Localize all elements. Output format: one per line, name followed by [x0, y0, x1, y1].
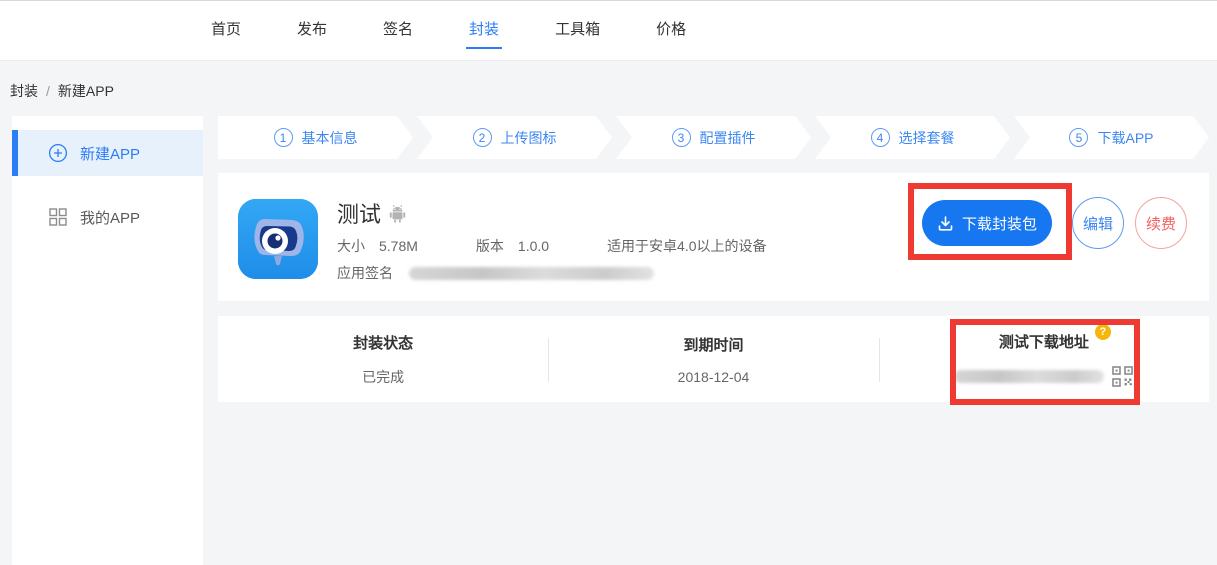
test-download-header-text: 测试下载地址: [999, 334, 1089, 351]
download-button-label: 下载封装包: [962, 213, 1037, 234]
app-icon: [238, 199, 318, 279]
grid-icon: [48, 207, 68, 227]
breadcrumb-separator: /: [46, 83, 50, 99]
app-meta-row: 大小 5.78M 版本 1.0.0 适用于安卓4.0以上的设备: [337, 236, 767, 256]
step-basic-info[interactable]: 1 基本信息: [218, 116, 413, 159]
breadcrumb: 封装 / 新建APP: [10, 81, 114, 101]
test-download-header: 测试下载地址 ?: [999, 331, 1089, 352]
tab-signature[interactable]: 签名: [380, 12, 416, 49]
tab-toolbox[interactable]: 工具箱: [552, 12, 603, 49]
compat-text: 适用于安卓4.0以上的设备: [607, 236, 766, 256]
sidebar-item-my-app[interactable]: 我的APP: [12, 194, 203, 240]
package-status-column: 封装状态 已完成: [218, 316, 548, 402]
signature-label: 应用签名: [337, 263, 393, 283]
plus-circle-icon: [48, 143, 68, 163]
size-label: 大小: [337, 236, 365, 256]
size-value: 5.78M: [379, 238, 418, 254]
sidebar-item-label: 新建APP: [80, 143, 140, 164]
wizard-steps: 1 基本信息 2 上传图标 3 配置插件 4 选择套餐 5 下载APP: [218, 116, 1209, 159]
download-icon: [937, 215, 954, 232]
test-download-column: 测试下载地址 ?: [879, 316, 1209, 402]
step-upload-icon[interactable]: 2 上传图标: [417, 116, 612, 159]
version-value: 1.0.0: [518, 238, 549, 254]
qr-code-icon[interactable]: [1112, 366, 1133, 387]
android-icon: [389, 204, 406, 223]
step-label: 下载APP: [1097, 128, 1153, 148]
step-label: 基本信息: [302, 128, 358, 148]
sidebar-item-label: 我的APP: [80, 207, 140, 228]
expiry-column: 到期时间 2018-12-04: [548, 316, 878, 402]
download-url-redacted-value: [954, 370, 1104, 383]
step-label: 选择套餐: [899, 128, 955, 148]
renew-button[interactable]: 续费: [1135, 197, 1187, 249]
app-card: 测试 大小 5.78M 版本 1.0.0 适: [218, 173, 1209, 301]
step-number-badge: 2: [473, 128, 492, 147]
tab-price[interactable]: 价格: [653, 12, 689, 49]
step-number-badge: 5: [1069, 128, 1088, 147]
step-number-badge: 4: [871, 128, 890, 147]
step-select-plan[interactable]: 4 选择套餐: [815, 116, 1010, 159]
package-status-header: 封装状态: [353, 332, 413, 353]
breadcrumb-new-app: 新建APP: [58, 81, 114, 101]
sidebar-item-new-app[interactable]: 新建APP: [12, 130, 203, 176]
breadcrumb-package[interactable]: 封装: [10, 81, 38, 101]
step-download-app[interactable]: 5 下载APP: [1014, 116, 1209, 159]
step-number-badge: 1: [274, 128, 293, 147]
package-status-value: 已完成: [362, 367, 404, 387]
version-label: 版本: [476, 236, 504, 256]
step-configure-plugins[interactable]: 3 配置插件: [616, 116, 811, 159]
signature-row: 应用签名: [337, 263, 654, 283]
expiry-value: 2018-12-04: [678, 369, 750, 385]
signature-redacted-value: [409, 267, 654, 280]
tab-publish[interactable]: 发布: [294, 12, 330, 49]
edit-button[interactable]: 编辑: [1072, 197, 1124, 249]
step-label: 配置插件: [700, 128, 756, 148]
tab-package[interactable]: 封装: [466, 12, 502, 49]
download-package-button[interactable]: 下载封装包: [922, 200, 1052, 246]
expiry-header: 到期时间: [683, 334, 743, 355]
step-label: 上传图标: [501, 128, 557, 148]
step-number-badge: 3: [672, 128, 691, 147]
package-info-panel: 封装状态 已完成 到期时间 2018-12-04 测试下载地址 ?: [218, 316, 1209, 402]
sidebar: 新建APP 我的APP: [12, 116, 203, 565]
top-navigation: 首页 发布 签名 封装 工具箱 价格: [0, 1, 1217, 61]
app-name: 测试: [337, 197, 381, 229]
help-icon[interactable]: ?: [1095, 324, 1111, 340]
tab-home[interactable]: 首页: [208, 12, 244, 49]
